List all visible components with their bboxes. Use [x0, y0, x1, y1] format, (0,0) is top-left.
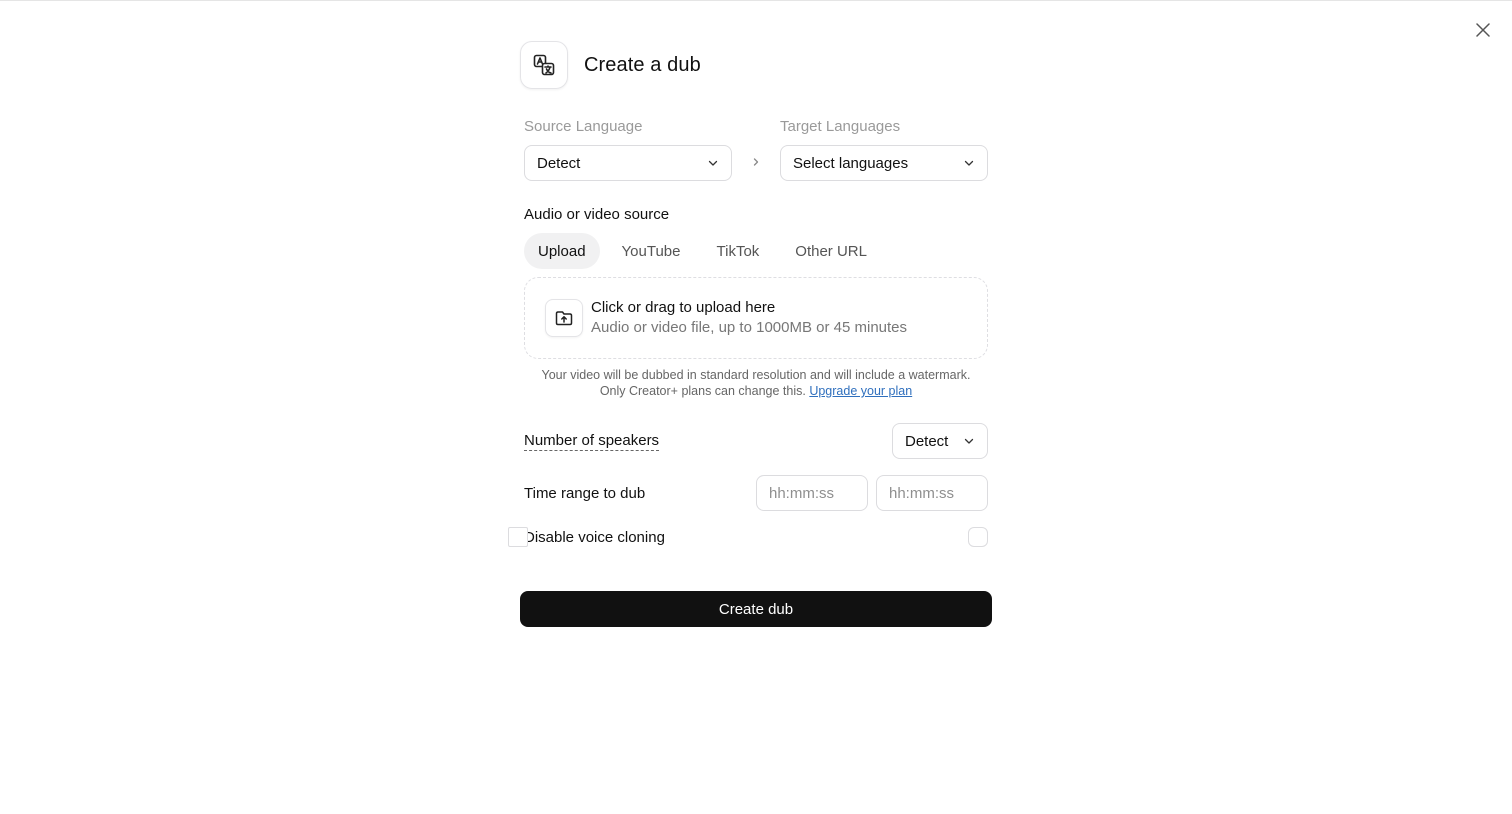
chevron-down-icon: [708, 160, 718, 166]
voice-cloning-row-checkbox[interactable]: [508, 527, 528, 547]
dialog-title: Create a dub: [584, 53, 701, 76]
source-language-select[interactable]: Detect: [524, 145, 732, 181]
time-end-input[interactable]: [876, 475, 988, 511]
target-languages-select[interactable]: Select languages: [780, 145, 988, 181]
close-icon: [1476, 23, 1490, 37]
language-row: Source Language Detect Target Languages …: [524, 118, 988, 182]
target-languages-group: Target Languages Select languages: [780, 118, 988, 181]
speakers-value: Detect: [905, 432, 949, 450]
notice-line-1: Your video will be dubbed in standard re…: [541, 368, 971, 382]
speakers-row: Number of speakers Detect: [524, 423, 988, 459]
time-range-row: Time range to dub: [524, 475, 988, 511]
source-section-label: Audio or video source: [524, 206, 670, 223]
create-dub-dialog: Create a dub Source Language Detect Targ…: [508, 41, 992, 627]
upload-text: Click or drag to upload here Audio or vi…: [591, 298, 907, 338]
source-language-group: Source Language Detect: [524, 118, 732, 181]
chevron-down-icon: [964, 160, 974, 166]
watermark-notice: Your video will be dubbed in standard re…: [524, 367, 988, 399]
create-dub-button[interactable]: Create dub: [520, 591, 992, 627]
close-button[interactable]: [1472, 19, 1494, 41]
tab-other-url[interactable]: Other URL: [781, 233, 881, 269]
upgrade-plan-link[interactable]: Upgrade your plan: [809, 384, 912, 398]
voice-cloning-label: Disable voice cloning: [524, 528, 665, 546]
upload-subtitle: Audio or video file, up to 1000MB or 45 …: [591, 319, 908, 336]
speakers-label[interactable]: Number of speakers: [524, 432, 660, 451]
translate-icon: [520, 41, 568, 89]
source-language-value: Detect: [537, 154, 581, 172]
voice-cloning-row: Disable voice cloning: [508, 527, 988, 547]
tab-youtube[interactable]: YouTube: [608, 233, 695, 269]
time-start-input[interactable]: [756, 475, 868, 511]
source-tabs: Upload YouTube TikTok Other URL: [524, 233, 889, 269]
time-range-label: Time range to dub: [524, 484, 646, 502]
tab-upload[interactable]: Upload: [524, 233, 600, 269]
target-languages-label: Target Languages: [780, 118, 901, 135]
chevron-right-icon: [749, 155, 763, 169]
source-language-label: Source Language: [524, 118, 643, 135]
time-range-inputs: [756, 475, 988, 511]
voice-cloning-checkbox[interactable]: [968, 527, 988, 547]
folder-upload-icon: [545, 299, 583, 337]
chevron-down-icon: [964, 438, 974, 444]
upload-dropzone[interactable]: Click or drag to upload here Audio or vi…: [524, 277, 988, 359]
top-divider: [0, 0, 1512, 1]
tab-tiktok[interactable]: TikTok: [703, 233, 774, 269]
dialog-header: Create a dub: [520, 41, 992, 89]
notice-line-2: Only Creator+ plans can change this. Upg…: [524, 383, 988, 399]
target-languages-value: Select languages: [793, 154, 909, 172]
speakers-select[interactable]: Detect: [892, 423, 988, 459]
notice-line-2-text: Only Creator+ plans can change this.: [599, 384, 806, 398]
upload-title: Click or drag to upload here: [591, 299, 776, 316]
